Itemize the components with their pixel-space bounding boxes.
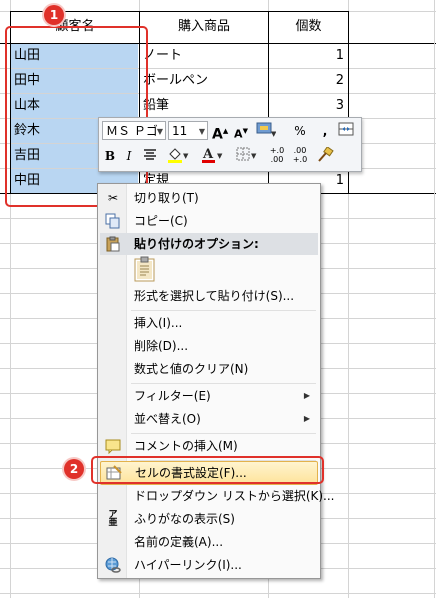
svg-text:▼: ▼	[183, 152, 189, 160]
paste-icon	[105, 236, 121, 252]
cell-qty[interactable]: 3	[269, 95, 344, 117]
menu-separator	[131, 383, 316, 384]
chevron-down-icon: ▼	[156, 127, 163, 136]
menu-item-label: フィルター(E)	[134, 389, 211, 403]
number-format-icon: ▼	[256, 122, 277, 138]
shrink-font-label: A	[234, 127, 243, 141]
submenu-arrow-icon: ▶	[303, 391, 310, 400]
format-brush-button[interactable]	[315, 146, 335, 169]
menu-item-label: 並べ替え(O)	[134, 412, 201, 426]
submenu-arrow-icon: ▶	[303, 414, 310, 423]
font-size-select[interactable]: 11 ▼	[168, 121, 208, 140]
cell-qty[interactable]: 1	[269, 45, 344, 67]
menu-item-label: ドロップダウン リストから選択(K)...	[134, 489, 335, 503]
font-color-icon: A ▼	[202, 147, 223, 163]
menu-separator	[131, 310, 316, 311]
menu-item-insert[interactable]: 挿入(I)...	[100, 312, 318, 334]
merge-cells-icon	[338, 122, 354, 136]
menu-item-clear-contents[interactable]: 数式と値のクリア(N)	[100, 358, 318, 380]
merge-center-button[interactable]	[337, 122, 355, 142]
menu-item-delete[interactable]: 削除(D)...	[100, 335, 318, 357]
menu-item-label: 削除(D)...	[134, 339, 189, 353]
svg-text:▼: ▼	[251, 152, 257, 160]
svg-text:A: A	[202, 147, 214, 162]
menu-item-filter[interactable]: フィルター(E) ▶	[100, 385, 318, 407]
furigana-icon: ア亜	[108, 510, 118, 528]
font-name-select[interactable]: ＭＳ Ｐゴ ▼	[102, 121, 166, 140]
menu-item-label: 切り取り(T)	[134, 191, 199, 205]
annotation-box-format-cells	[91, 456, 324, 484]
clipboard-paste-icon	[134, 256, 156, 286]
menu-item-paste-special[interactable]: 形式を選択して貼り付け(S)...	[100, 285, 318, 307]
bold-button[interactable]: B	[102, 146, 118, 166]
fill-color-icon: ▼	[168, 148, 189, 163]
font-size-value: 11	[172, 124, 188, 138]
annotation-badge-1: 1	[44, 5, 64, 25]
align-center-button[interactable]	[141, 148, 159, 168]
menu-item-label: ふりがなの表示(S)	[134, 512, 235, 526]
cell-product[interactable]: ボールペン	[143, 70, 208, 92]
borders-icon: ▼	[236, 147, 257, 161]
comment-icon	[105, 438, 121, 455]
menu-item-label: 数式と値のクリア(N)	[134, 362, 249, 376]
fill-color-button[interactable]: ▼	[165, 146, 191, 170]
menu-item-sort[interactable]: 並べ替え(O) ▶	[100, 408, 318, 430]
percent-style-button[interactable]: %	[292, 121, 308, 141]
format-painter-button[interactable]: ▼	[255, 121, 277, 143]
paste-option-button[interactable]	[100, 256, 318, 282]
header-product[interactable]: 購入商品	[140, 16, 268, 38]
align-center-icon	[144, 149, 156, 160]
copy-icon	[105, 213, 121, 229]
menu-item-show-furigana[interactable]: ア亜 ふりがなの表示(S)	[100, 508, 318, 530]
menu-item-insert-comment[interactable]: コメントの挿入(M)	[100, 435, 318, 457]
menu-item-define-name[interactable]: 名前の定義(A)...	[100, 531, 318, 553]
paint-brush-icon	[318, 146, 334, 162]
borders-button[interactable]: ▼	[235, 146, 259, 168]
hyperlink-icon	[105, 557, 121, 573]
menu-header-paste-options: 貼り付けのオプション:	[100, 233, 318, 255]
menu-item-label: コピー(C)	[134, 214, 188, 228]
font-color-button[interactable]: A ▼	[199, 146, 225, 170]
increase-decimal-button[interactable]: +.0 .00	[267, 146, 287, 164]
menu-item-label: コメントの挿入(M)	[134, 439, 238, 453]
menu-item-hyperlink[interactable]: ハイパーリンク(I)...	[100, 554, 318, 576]
scissors-icon: ✂	[107, 191, 119, 205]
font-name-value: ＭＳ Ｐゴ	[106, 124, 158, 138]
svg-text:▼: ▼	[271, 130, 276, 137]
header-qty[interactable]: 個数	[269, 16, 348, 38]
chevron-down-icon: ▼	[198, 127, 205, 136]
decrease-decimal-button[interactable]: .00 +.0	[290, 146, 310, 164]
cell-qty[interactable]: 2	[269, 70, 344, 92]
comma-style-button[interactable]: ,	[318, 121, 332, 141]
menu-item-label: 名前の定義(A)...	[134, 535, 224, 549]
menu-item-label: 形式を選択して貼り付け(S)...	[134, 289, 295, 303]
mini-toolbar: ＭＳ Ｐゴ ▼ 11 ▼ A▲ A▼ ▼ % , B I ▼ A ▼ ▼ +.0 …	[98, 117, 362, 172]
shrink-font-button[interactable]: A▼	[233, 121, 249, 145]
grow-font-label: A	[212, 126, 223, 143]
menu-item-pick-from-list[interactable]: ドロップダウン リストから選択(K)...	[100, 485, 335, 507]
menu-item-cut[interactable]: ✂ 切り取り(T)	[100, 187, 318, 209]
menu-separator	[131, 433, 316, 434]
italic-button[interactable]: I	[121, 146, 137, 166]
annotation-badge-2: 2	[64, 459, 84, 479]
menu-item-label: ハイパーリンク(I)...	[134, 558, 242, 572]
menu-item-copy[interactable]: コピー(C)	[100, 210, 318, 232]
context-menu: ✂ 切り取り(T) コピー(C) 貼り付けのオプション: 形式を選択して貼り付け…	[97, 183, 335, 579]
menu-item-label: 貼り付けのオプション:	[134, 237, 259, 251]
menu-item-label: 挿入(I)...	[134, 316, 183, 330]
svg-text:▼: ▼	[217, 152, 223, 160]
grow-font-button[interactable]: A▲	[212, 121, 228, 145]
cell-product[interactable]: ノート	[143, 45, 182, 67]
